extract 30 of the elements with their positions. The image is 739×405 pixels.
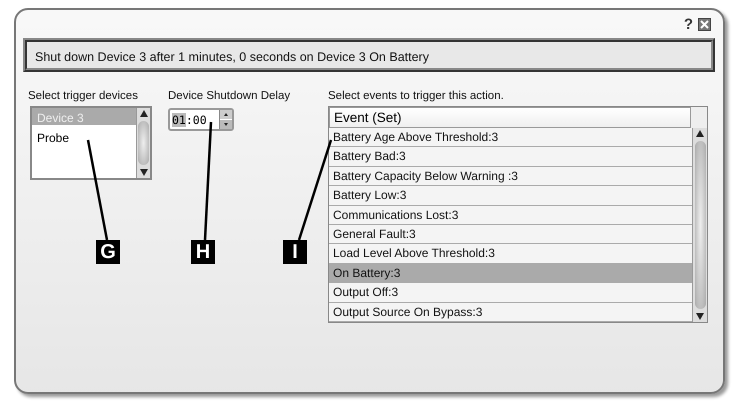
delay-label: Device Shutdown Delay <box>168 90 292 102</box>
scroll-up-icon[interactable] <box>140 110 148 117</box>
devices-label: Select trigger devices <box>28 90 139 102</box>
help-button[interactable]: ? <box>684 16 693 32</box>
event-row[interactable]: General Fault:3 <box>329 224 692 244</box>
event-row[interactable]: Output Source On Bypass:3 <box>329 302 692 322</box>
table-scrollbar[interactable] <box>692 128 707 322</box>
column-header[interactable]: Event (Set) <box>329 107 691 128</box>
events-label: Select events to trigger this action. <box>328 90 505 102</box>
event-row[interactable]: Load Level Above Threshold:3 <box>329 244 692 264</box>
device-item[interactable]: Probe <box>32 128 136 145</box>
event-row[interactable]: Communications Lost:3 <box>329 206 692 225</box>
spin-down-icon[interactable] <box>220 120 232 129</box>
event-row[interactable]: Output Off:3 <box>329 283 692 303</box>
scroll-down-icon[interactable] <box>696 312 704 320</box>
delay-spinner[interactable]: 01:00 <box>168 108 234 131</box>
event-row[interactable]: Battery Age Above Threshold:3 <box>329 128 692 148</box>
spin-up-icon[interactable] <box>220 110 232 119</box>
event-row[interactable]: Battery Bad:3 <box>329 147 692 167</box>
summary-text: Shut down Device 3 after 1 minutes, 0 seconds on Device 3 On Battery <box>35 50 429 64</box>
callout-label: G <box>96 240 120 264</box>
scroll-down-icon[interactable] <box>140 169 148 176</box>
event-row[interactable]: Battery Capacity Below Warning :3 <box>329 166 692 186</box>
callout-label: H <box>191 240 215 264</box>
event-row[interactable]: Battery Low:3 <box>329 186 692 206</box>
callout-label: I <box>283 240 307 264</box>
scroll-up-icon[interactable] <box>696 130 704 137</box>
event-row[interactable]: On Battery:3 <box>329 264 692 284</box>
scrollbar[interactable] <box>136 108 150 178</box>
close-icon[interactable] <box>698 18 711 30</box>
